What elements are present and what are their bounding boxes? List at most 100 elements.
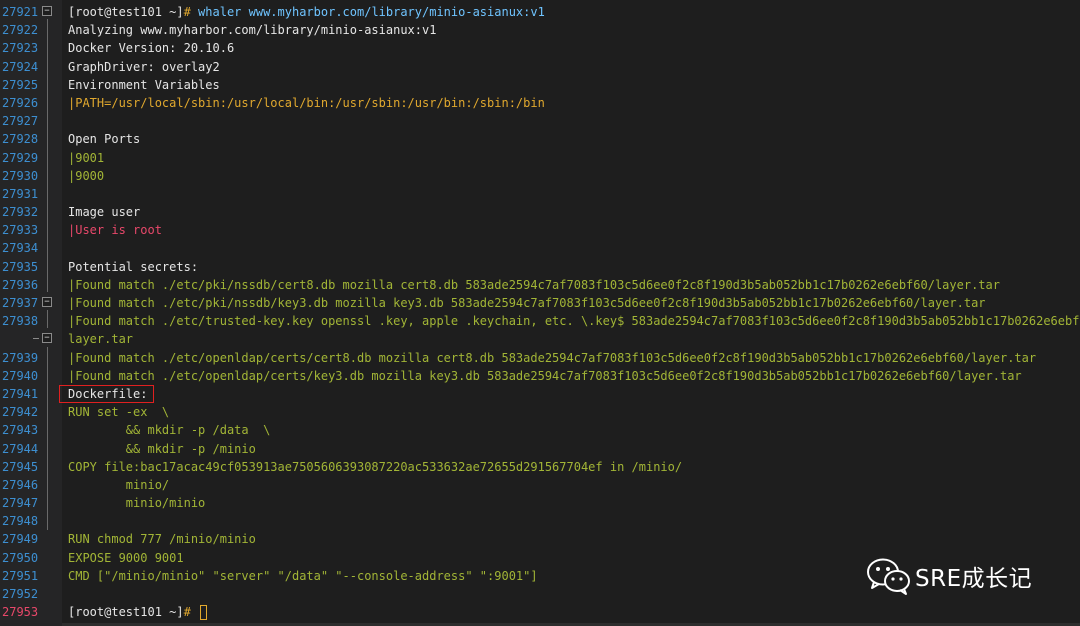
terminal-line: 27940 |Found match ./etc/openldap/certs/k… xyxy=(0,367,1080,385)
line-text: [root@test101 ~]# xyxy=(68,603,1080,621)
line-number: 27925 xyxy=(2,77,39,92)
terminal-line: 27943 && mkdir -p /data \ xyxy=(0,421,1080,439)
watermark-text: SRE成长记 xyxy=(915,566,1033,592)
terminal-line: 27929 |9001 xyxy=(0,149,1080,167)
terminal-line: 27922 Analyzing www.myharbor.com/library/… xyxy=(0,21,1080,39)
line-number: 27951 xyxy=(2,568,39,583)
line-text: minio/minio xyxy=(68,494,1080,512)
line-number: 27949 xyxy=(2,532,39,547)
text-segment: && mkdir -p /minio xyxy=(68,441,256,456)
text-segment: |Found match ./etc/pki/nssdb/cert8.db mo… xyxy=(68,277,1000,292)
terminal-output[interactable]: 27921− [root@test101 ~]# whaler www.myhar… xyxy=(0,3,1080,621)
text-segment: layer.tar xyxy=(68,332,134,347)
terminal-line: 27946 minio/ xyxy=(0,476,1080,494)
terminal-line: 27941 Dockerfile: xyxy=(0,385,1080,403)
text-segment: whaler www.myharbor.com/library/minio-as… xyxy=(198,5,545,19)
terminal-line: 27925 Environment Variables xyxy=(0,76,1080,94)
line-number: 27929 xyxy=(2,150,39,165)
line-text: Analyzing www.myharbor.com/library/minio… xyxy=(68,21,1080,39)
line-text: Open Ports xyxy=(68,130,1080,148)
text-segment: Analyzing www.myharbor.com/library/minio… xyxy=(68,23,437,38)
line-number: 27950 xyxy=(2,550,39,565)
terminal-line: 27921− [root@test101 ~]# whaler www.myhar… xyxy=(0,3,1080,21)
text-segment: |User is root xyxy=(68,223,162,238)
text-segment: Docker Version: 20.10.6 xyxy=(68,41,235,56)
terminal-line: 27953 [root@test101 ~]# xyxy=(0,603,1080,621)
text-segment: |Found match ./etc/pki/nssdb/key3.db moz… xyxy=(68,296,986,310)
terminal-line: 27928 Open Ports xyxy=(0,130,1080,148)
line-text: Potential secrets: xyxy=(68,258,1080,276)
terminal-line: 27935 Potential secrets: xyxy=(0,258,1080,276)
terminal-window[interactable]: 27921− [root@test101 ~]# whaler www.myhar… xyxy=(0,0,1080,626)
terminal-line: 27924 GraphDriver: overlay2 xyxy=(0,58,1080,76)
text-segment: CMD ["/minio/minio" "server" "/data" "--… xyxy=(68,568,538,583)
text-segment: |Found match ./etc/trusted-key.key opens… xyxy=(68,314,1080,329)
line-text: |Found match ./etc/openldap/certs/cert8.… xyxy=(68,349,1080,367)
line-text: |Found match ./etc/pki/nssdb/key3.db moz… xyxy=(68,294,1080,312)
fold-toggle-icon[interactable]: − xyxy=(42,6,52,16)
line-number: 27945 xyxy=(2,459,39,474)
line-number: 27935 xyxy=(2,259,39,274)
text-segment: RUN chmod 777 /minio/minio xyxy=(68,532,256,547)
line-text: RUN set -ex \ xyxy=(68,403,1080,421)
line-number: 27939 xyxy=(2,350,39,365)
line-text: [root@test101 ~]# whaler www.myharbor.co… xyxy=(68,3,1080,21)
text-segment: # xyxy=(183,605,199,620)
line-number: 27953 xyxy=(2,605,39,620)
text-segment: [root@test101 ~] xyxy=(68,5,184,19)
wrap-marker-icon xyxy=(33,338,39,340)
terminal-line: 27948 xyxy=(0,512,1080,530)
watermark: SRE成长记 xyxy=(866,556,1032,596)
line-text: Image user xyxy=(68,203,1080,221)
terminal-line: 27930 |9000 xyxy=(0,167,1080,185)
terminal-line: 27923 Docker Version: 20.10.6 xyxy=(0,39,1080,57)
line-number: 27931 xyxy=(2,186,39,201)
text-segment: [root@test101 ~] xyxy=(68,605,184,620)
text-segment: |9000 xyxy=(68,168,105,183)
fold-guide-3 xyxy=(47,347,48,530)
terminal-line: 27934 xyxy=(0,239,1080,257)
line-number: 27927 xyxy=(2,114,39,129)
terminal-line: 27936 |Found match ./etc/pki/nssdb/cert8.… xyxy=(0,276,1080,294)
line-number: 27937 xyxy=(2,296,39,310)
text-cursor xyxy=(200,605,208,621)
line-text: |PATH=/usr/local/sbin:/usr/local/bin:/us… xyxy=(68,94,1080,112)
line-text: Environment Variables xyxy=(68,76,1080,94)
line-number: 27933 xyxy=(2,223,39,238)
line-number: 27944 xyxy=(2,441,39,456)
terminal-line: 27949 RUN chmod 777 /minio/minio xyxy=(0,530,1080,548)
text-segment: EXPOSE 9000 9001 xyxy=(68,550,184,565)
fold-guide-2 xyxy=(47,310,48,328)
line-number: 27926 xyxy=(2,95,39,110)
terminal-line: 27947 minio/minio xyxy=(0,494,1080,512)
line-text: |9001 xyxy=(68,149,1080,167)
text-segment: && mkdir -p /data \ xyxy=(68,423,271,438)
line-text: |User is root xyxy=(68,221,1080,239)
line-number: 27934 xyxy=(2,241,39,256)
line-number: 27938 xyxy=(2,314,39,329)
text-segment: minio/minio xyxy=(68,496,206,511)
line-text: RUN chmod 777 /minio/minio xyxy=(68,530,1080,548)
line-number: 27922 xyxy=(2,23,39,38)
line-number: 27930 xyxy=(2,168,39,183)
terminal-line: 27932 Image user xyxy=(0,203,1080,221)
text-segment: RUN set -ex \ xyxy=(68,405,170,420)
line-number: 27946 xyxy=(2,477,39,492)
terminal-line: 27937− |Found match ./etc/pki/nssdb/key3.… xyxy=(0,294,1080,312)
fold-toggle-icon[interactable]: − xyxy=(42,297,52,307)
line-text: |Found match ./etc/openldap/certs/key3.d… xyxy=(68,367,1080,385)
terminal-line: 27944 && mkdir -p /minio xyxy=(0,440,1080,458)
line-text: Docker Version: 20.10.6 xyxy=(68,39,1080,57)
line-number: 27924 xyxy=(2,59,39,74)
line-text: Dockerfile: xyxy=(68,385,1080,403)
line-number: 27923 xyxy=(2,41,39,56)
line-number: 27941 xyxy=(2,386,39,401)
terminal-line: 27933 |User is root xyxy=(0,221,1080,239)
line-text: GraphDriver: overlay2 xyxy=(68,58,1080,76)
text-segment: Dockerfile: xyxy=(68,386,148,401)
terminal-line: 27945 COPY file:bac17acac49cf053913ae7505… xyxy=(0,458,1080,476)
line-number: 27952 xyxy=(2,587,39,601)
terminal-line: 27942 RUN set -ex \ xyxy=(0,403,1080,421)
fold-toggle-icon[interactable]: − xyxy=(42,333,52,344)
text-segment: GraphDriver: overlay2 xyxy=(68,59,220,74)
